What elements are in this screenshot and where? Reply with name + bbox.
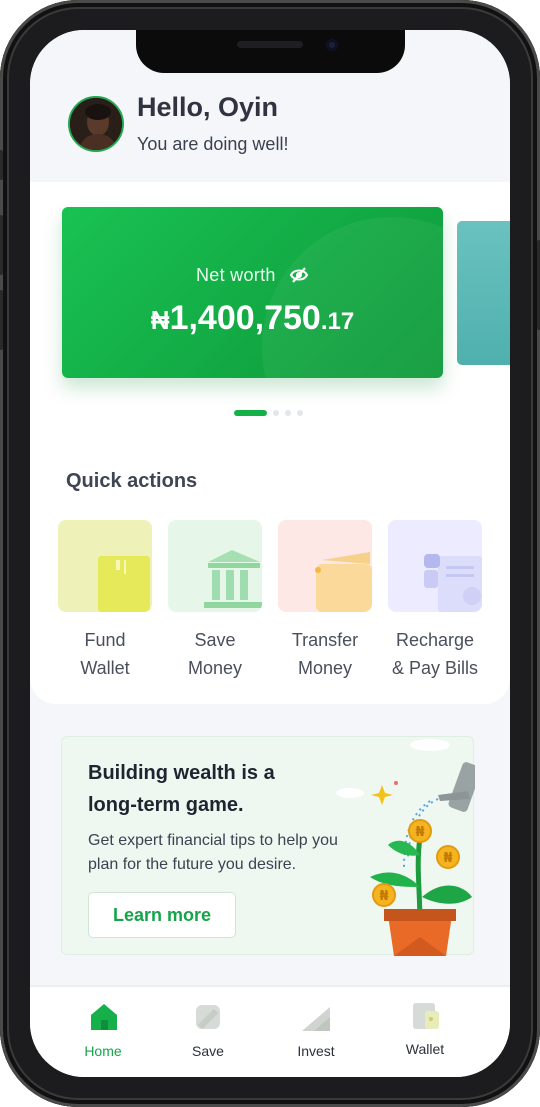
promo-title: Building wealth is a long-term game. <box>88 762 275 816</box>
action-label-line2: Money <box>297 658 353 678</box>
next-card-preview[interactable] <box>457 221 510 365</box>
volume-down-button <box>0 290 3 350</box>
action-label-line1: Save <box>194 630 236 650</box>
eye-off-icon[interactable] <box>289 266 309 289</box>
mute-switch <box>0 150 3 180</box>
save-icon <box>196 1005 220 1030</box>
bottom-tab-bar: Home Save Invest Wallet <box>30 985 510 1077</box>
fund-wallet-label: Fund Wallet <box>50 626 160 682</box>
tab-label-wallet: Wallet <box>405 1041 445 1057</box>
currency-symbol: ₦ <box>150 305 170 335</box>
speaker <box>237 41 303 48</box>
tab-label-save: Save <box>192 1043 224 1059</box>
avatar[interactable] <box>68 96 124 152</box>
coin-symbol: ₦ <box>443 851 452 866</box>
carousel-dot[interactable] <box>285 410 291 416</box>
tab-label-home: Home <box>84 1043 122 1059</box>
transfer-money-action[interactable]: Transfer Money <box>278 520 372 682</box>
transfer-money-label: Transfer Money <box>270 626 380 682</box>
networth-cents: .17 <box>320 308 355 335</box>
action-label-line2: Money <box>187 658 243 678</box>
networth-label-row: Net worth <box>62 265 443 289</box>
front-camera <box>326 39 338 51</box>
card-icon <box>58 520 152 612</box>
bill-icon <box>388 520 482 612</box>
save-money-action[interactable]: Save Money <box>168 520 262 682</box>
action-label-line2: & Pay Bills <box>391 658 479 678</box>
tab-wallet[interactable]: Wallet <box>385 987 465 1077</box>
greeting-title: Hello, Oyin <box>137 92 279 122</box>
quick-actions-title: Quick actions <box>66 470 198 492</box>
tab-invest[interactable]: Invest <box>276 987 356 1077</box>
networth-card[interactable]: Net worth ₦1,400,750.17 <box>62 207 443 378</box>
promo-body: Get expert financial tips to help you pl… <box>88 832 338 873</box>
networth-amount: ₦1,400,750.17 <box>62 299 443 338</box>
carousel-dot-active[interactable] <box>234 410 267 416</box>
learn-more-button[interactable]: Learn more <box>88 892 236 938</box>
coin-symbol: ₦ <box>379 889 388 904</box>
app-screen: Hello, Oyin You are doing well! Net wort… <box>30 30 510 1077</box>
tab-label-invest: Invest <box>297 1043 335 1059</box>
coin-symbol: ₦ <box>415 825 424 840</box>
wallet-icon <box>413 1003 439 1029</box>
fund-wallet-action[interactable]: Fund Wallet <box>58 520 152 682</box>
home-icon <box>91 1004 117 1030</box>
wealth-tips-card[interactable]: Building wealth is a long-term game. Get… <box>61 736 475 956</box>
action-label-line1: Fund <box>84 630 126 650</box>
tab-save[interactable]: Save <box>168 987 248 1077</box>
carousel-dot[interactable] <box>273 410 279 416</box>
recharge-bills-label: Recharge & Pay Bills <box>380 626 490 682</box>
phone-frame: Hello, Oyin You are doing well! Net wort… <box>0 0 540 1107</box>
tab-home[interactable]: Home <box>63 987 143 1077</box>
invest-icon <box>302 1007 330 1031</box>
bank-icon <box>168 520 262 612</box>
action-label-line1: Transfer <box>291 630 359 650</box>
wallet-icon <box>278 520 372 612</box>
card-decoration <box>262 217 443 378</box>
recharge-bills-action[interactable]: Recharge & Pay Bills <box>388 520 482 682</box>
networth-label: Net worth <box>195 265 276 285</box>
networth-whole: 1,400,750 <box>169 299 321 337</box>
action-label-line1: Recharge <box>395 630 475 650</box>
notch <box>136 30 405 73</box>
greeting-subtitle: You are doing well! <box>137 134 289 154</box>
money-plant-illustration: ₦ ₦ ₦ <box>336 739 475 956</box>
action-label-line2: Wallet <box>80 658 130 678</box>
carousel-dot[interactable] <box>297 410 303 416</box>
volume-up-button <box>0 215 3 275</box>
save-money-label: Save Money <box>160 626 270 682</box>
